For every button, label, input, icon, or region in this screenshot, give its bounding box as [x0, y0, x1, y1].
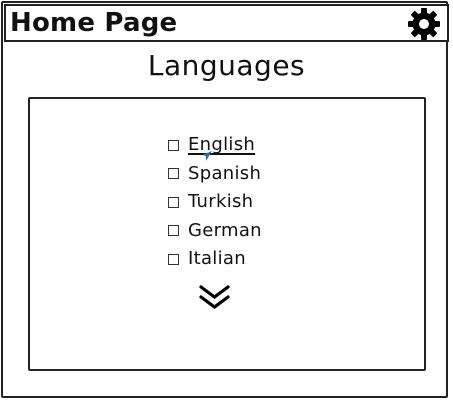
double-chevron-down-icon[interactable]: [198, 284, 231, 311]
language-label-german[interactable]: German: [188, 219, 262, 243]
language-label-italian[interactable]: Italian: [188, 247, 246, 271]
gear-icon[interactable]: [407, 7, 441, 41]
list-item-german[interactable]: German: [168, 217, 262, 246]
checkbox-spanish[interactable]: [168, 168, 179, 180]
checkbox-turkish[interactable]: [168, 196, 179, 208]
language-label-english[interactable]: English: [188, 133, 255, 157]
page-header-title: Home Page: [10, 8, 178, 38]
language-label-spanish[interactable]: Spanish: [188, 162, 261, 186]
checkbox-german[interactable]: [168, 225, 179, 237]
list-item-spanish[interactable]: Spanish: [168, 160, 262, 189]
list-item-english[interactable]: English: [168, 131, 262, 160]
list-item-italian[interactable]: Italian: [168, 245, 262, 274]
list-item-turkish[interactable]: Turkish: [168, 188, 262, 217]
checkbox-english[interactable]: [168, 139, 179, 151]
language-label-turkish[interactable]: Turkish: [188, 190, 253, 214]
mouse-cursor-icon: [202, 151, 212, 161]
checkbox-italian[interactable]: [168, 253, 179, 265]
page-title: Languages: [147, 49, 306, 82]
language-list: English Spanish Turkish German Italian: [168, 131, 262, 274]
header-bar: Home Page: [4, 4, 449, 42]
